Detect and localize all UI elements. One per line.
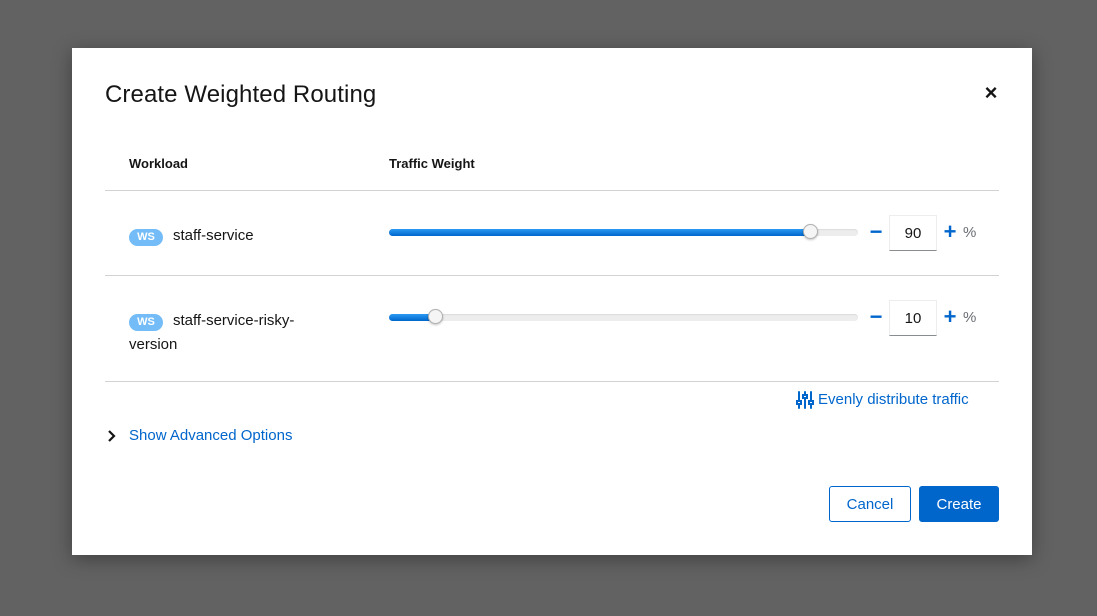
column-header-traffic-weight: Traffic Weight	[389, 156, 475, 171]
show-advanced-options-label: Show Advanced Options	[129, 427, 293, 444]
workload-name: staff-service	[173, 224, 254, 248]
traffic-weight-input[interactable]	[889, 215, 937, 251]
workload-badge: WS	[129, 229, 163, 246]
create-weighted-routing-modal: Create Weighted Routing × Workload Traff…	[72, 48, 1032, 555]
chevron-right-icon	[108, 430, 116, 442]
slider-thumb[interactable]	[803, 224, 819, 239]
workload-name-text: staff-service	[173, 227, 254, 244]
workload-name-text: staff-service-risky-	[173, 312, 295, 329]
percent-unit: %	[963, 224, 977, 241]
percent-unit: %	[963, 309, 977, 326]
create-button[interactable]: Create	[919, 486, 999, 522]
divider	[105, 190, 999, 191]
decrement-button[interactable]: −	[866, 221, 886, 243]
traffic-weight-slider[interactable]	[389, 309, 858, 324]
workload-name: staff-service-risky- version	[129, 309, 329, 357]
slider-fill	[389, 229, 812, 236]
traffic-weight-input[interactable]	[889, 300, 937, 336]
sliders-icon	[796, 391, 814, 409]
modal-title: Create Weighted Routing	[105, 81, 377, 108]
column-header-workload: Workload	[129, 156, 188, 171]
slider-thumb[interactable]	[427, 309, 443, 324]
show-advanced-options-toggle[interactable]: Show Advanced Options	[107, 427, 347, 447]
divider	[105, 381, 999, 382]
divider	[105, 275, 999, 276]
workload-name-text-line2: version	[129, 336, 178, 353]
increment-button[interactable]: +	[940, 306, 960, 328]
traffic-weight-slider[interactable]	[389, 224, 858, 239]
evenly-distribute-label: Evenly distribute traffic	[818, 391, 969, 408]
increment-button[interactable]: +	[940, 221, 960, 243]
cancel-button[interactable]: Cancel	[829, 486, 911, 522]
decrement-button[interactable]: −	[866, 306, 886, 328]
close-icon[interactable]: ×	[980, 82, 1002, 104]
